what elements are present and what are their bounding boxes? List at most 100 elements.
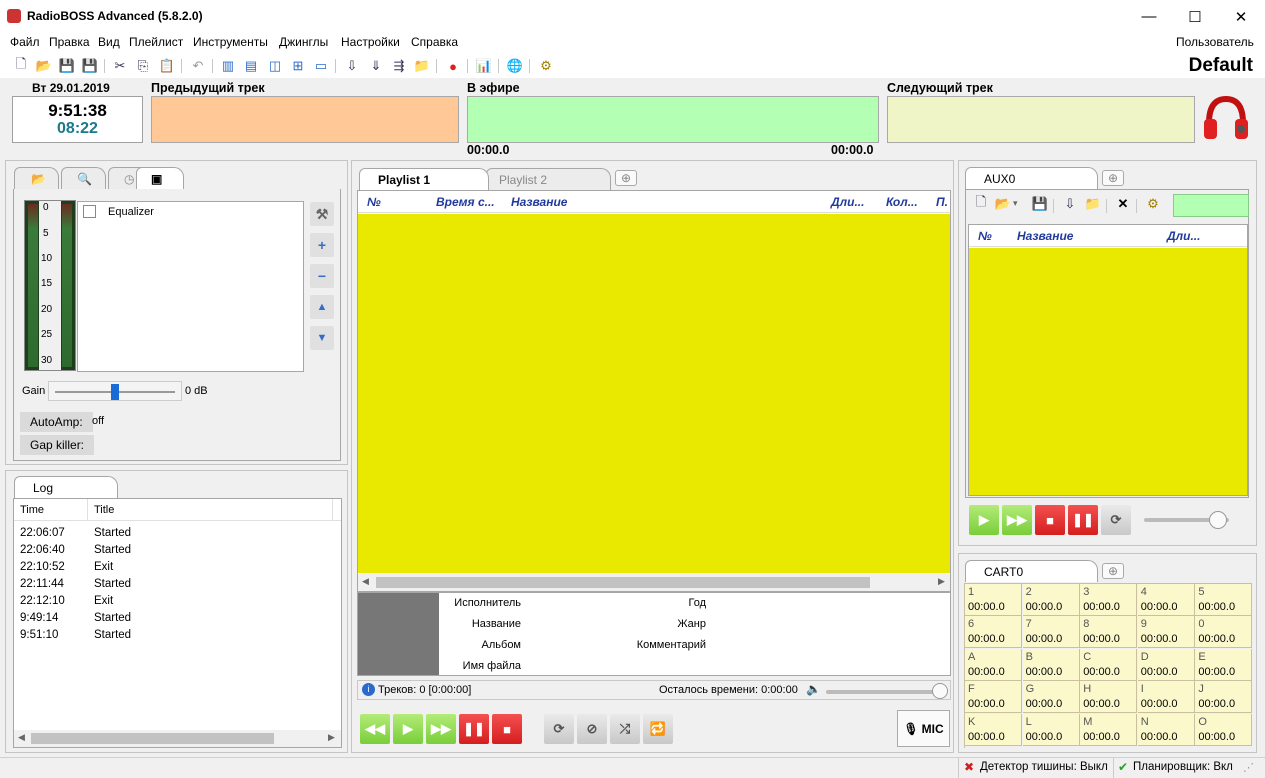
add-effect-plus-icon[interactable]: + <box>310 233 334 257</box>
play-button[interactable]: ▶ <box>393 714 423 744</box>
aux-volume-slider-thumb[interactable] <box>1209 511 1227 529</box>
save-icon[interactable]: 💾 <box>58 57 76 75</box>
resize-grip-icon[interactable]: ⋰ <box>1243 761 1254 774</box>
shuffle-button[interactable]: ⤮ <box>610 714 640 744</box>
playlist-horizontal-scrollbar[interactable]: ◀ ▶ <box>358 574 950 591</box>
next-button[interactable]: ▶▶ <box>426 714 456 744</box>
remove-effect-minus-icon[interactable]: − <box>310 264 334 288</box>
column-duration[interactable]: Дли... <box>831 195 864 209</box>
effect-settings-tools-icon[interactable]: ⚒ <box>310 202 334 226</box>
block-button[interactable]: ⊘ <box>577 714 607 744</box>
stop-button[interactable]: ■ <box>492 714 522 744</box>
loop-button[interactable]: 🔁 <box>643 714 673 744</box>
cart-slot[interactable]: 8 00:00.0 <box>1080 616 1138 649</box>
undo-icon[interactable]: ↶ <box>189 57 207 75</box>
equalizer-checkbox[interactable] <box>83 205 96 218</box>
pause-button[interactable]: ❚❚ <box>459 714 489 744</box>
minimize-button[interactable]: — <box>1126 0 1172 33</box>
open-folder-icon[interactable]: 📂 <box>35 57 53 75</box>
menu-help[interactable]: Справка <box>411 35 458 49</box>
aux-open-folder-icon[interactable]: 📂 <box>994 195 1012 213</box>
tab-playlist-2[interactable]: Playlist 2 <box>486 168 611 190</box>
log-row[interactable]: 22:10:52 Exit <box>14 561 334 578</box>
add-aux-plus-icon[interactable]: ⊕ <box>1102 170 1124 186</box>
aux-track-area[interactable] <box>969 248 1247 495</box>
aux-play-button[interactable]: ▶ <box>969 505 999 535</box>
move-up-arrow-icon[interactable]: ▲ <box>310 295 334 319</box>
effects-tab-effects-icon[interactable]: ▣ <box>136 167 184 189</box>
cart-slot[interactable]: E 00:00.0 <box>1195 648 1253 681</box>
cart-slot[interactable]: C 00:00.0 <box>1080 648 1138 681</box>
layout-3-icon[interactable]: ◫ <box>266 57 284 75</box>
aux-clear-x-icon[interactable]: ✕ <box>1114 195 1132 213</box>
aux-stop-button[interactable]: ■ <box>1035 505 1065 535</box>
tab-cart0[interactable]: CART0 <box>965 560 1098 582</box>
cart-slot[interactable]: N 00:00.0 <box>1137 713 1195 746</box>
user-menu[interactable]: Пользователь <box>1176 35 1254 49</box>
volume-slider[interactable] <box>826 690 941 694</box>
column-p[interactable]: П. <box>936 195 948 209</box>
playlist-track-area[interactable] <box>358 214 950 573</box>
scroll-left-arrow-icon[interactable]: ◀ <box>18 732 25 743</box>
gain-slider-thumb[interactable] <box>111 384 119 400</box>
move-down-arrow-icon[interactable]: ▼ <box>310 326 334 350</box>
playlist-scrollbar-thumb[interactable] <box>376 577 870 588</box>
menu-settings[interactable]: Настройки <box>341 35 400 49</box>
layout-5-icon[interactable]: ▭ <box>312 57 330 75</box>
add-multiple-icon[interactable]: ⇶ <box>390 57 408 75</box>
gain-slider[interactable] <box>48 381 182 401</box>
log-scrollbar-thumb[interactable] <box>31 733 274 744</box>
volume-speaker-icon[interactable]: 🔈 <box>806 682 821 696</box>
search-tab-search-icon[interactable]: 🔍 <box>61 167 106 189</box>
tab-playlist-1[interactable]: Playlist 1 <box>359 168 489 190</box>
aux-new-icon[interactable]: 🗋 <box>972 194 990 213</box>
menu-jingles[interactable]: Джинглы <box>279 35 328 49</box>
maximize-button[interactable]: ☐ <box>1172 0 1218 33</box>
log-row[interactable]: 22:12:10 Exit <box>14 595 334 612</box>
scroll-right-arrow-icon[interactable]: ▶ <box>938 576 945 587</box>
cart-slot[interactable]: D 00:00.0 <box>1137 648 1195 681</box>
scroll-right-arrow-icon[interactable]: ▶ <box>328 732 335 743</box>
cart-slot[interactable]: F 00:00.0 <box>965 681 1022 714</box>
globe-icon[interactable]: 🌐 <box>506 57 524 75</box>
cut-icon[interactable]: ✂ <box>111 57 129 75</box>
add-cart-plus-icon[interactable]: ⊕ <box>1102 563 1124 579</box>
cart-slot[interactable]: 7 00:00.0 <box>1022 616 1080 649</box>
cart-slot[interactable]: J 00:00.0 <box>1195 681 1253 714</box>
save-all-icon[interactable]: 💾 <box>81 57 99 75</box>
log-tab[interactable]: Log <box>14 476 118 498</box>
cart-slot[interactable]: 6 00:00.0 <box>965 616 1022 649</box>
log-column-time[interactable]: Time <box>20 504 44 516</box>
column-title[interactable]: Название <box>511 195 567 209</box>
volume-slider-thumb[interactable] <box>932 683 948 699</box>
menu-file[interactable]: Файл <box>10 35 40 49</box>
cart-slot[interactable]: K 00:00.0 <box>965 713 1022 746</box>
log-row[interactable]: 22:06:40 Started <box>14 544 334 561</box>
record-icon[interactable]: ● <box>444 57 462 75</box>
autoamp-button[interactable]: AutoAmp: <box>20 412 93 432</box>
cart-slot[interactable]: 4 00:00.0 <box>1137 584 1195 616</box>
column-number[interactable]: № <box>367 195 381 209</box>
column-count[interactable]: Кол... <box>886 195 918 209</box>
log-row[interactable]: 9:49:14 Started <box>14 612 334 629</box>
cart-slot[interactable]: G 00:00.0 <box>1022 681 1080 714</box>
scroll-left-arrow-icon[interactable]: ◀ <box>362 576 369 587</box>
aux-column-title[interactable]: Название <box>1017 229 1073 243</box>
aux-save-icon[interactable]: 💾 <box>1031 195 1049 213</box>
layout-4-icon[interactable]: ⊞ <box>289 57 307 75</box>
headphones-icon[interactable] <box>1201 93 1251 143</box>
cart-slot[interactable]: 1 00:00.0 <box>965 584 1022 616</box>
insert-track-icon[interactable]: ⇓ <box>367 57 385 75</box>
cart-slot[interactable]: O 00:00.0 <box>1195 713 1253 746</box>
aux-column-duration[interactable]: Дли... <box>1167 229 1200 243</box>
cart-slot[interactable]: B 00:00.0 <box>1022 648 1080 681</box>
cart-slot[interactable]: 9 00:00.0 <box>1137 616 1195 649</box>
cart-slot[interactable]: 0 00:00.0 <box>1195 616 1253 649</box>
aux-add-track-icon[interactable]: ⇩ <box>1061 195 1079 213</box>
mic-button[interactable]: 🎙 MIC <box>897 710 950 747</box>
log-row[interactable]: 22:06:07 Started <box>14 527 334 544</box>
log-horizontal-scrollbar[interactable]: ◀ ▶ <box>14 730 341 747</box>
log-row[interactable]: 9:51:10 Started <box>14 629 334 646</box>
cart-slot[interactable]: A 00:00.0 <box>965 648 1022 681</box>
repeat-once-button[interactable]: ⟳ <box>544 714 574 744</box>
